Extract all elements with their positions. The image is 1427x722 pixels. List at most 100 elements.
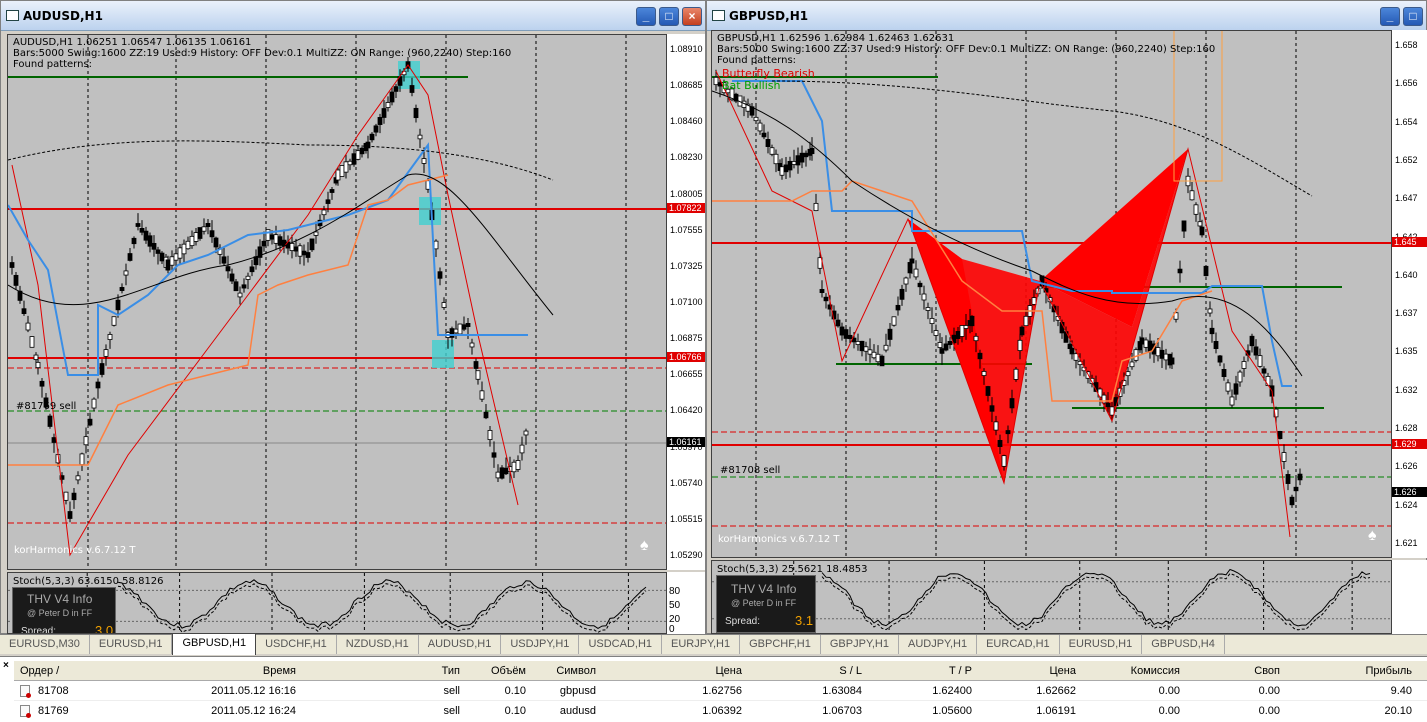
tab-audusd-h1[interactable]: AUDUSD,H1 — [419, 635, 502, 654]
oscillator-label: Stoch(5,3,3) 63.6150 58.8126 — [13, 576, 164, 587]
candle-body — [713, 76, 719, 86]
candle-body — [351, 153, 357, 165]
table-cell: 20.10 — [1384, 705, 1412, 717]
osc-tick: 80 — [669, 586, 681, 597]
candle-body — [417, 134, 423, 140]
tab-eurusd-h1[interactable]: EURUSD,H1 — [90, 635, 173, 654]
price-tick: 1.05740 — [670, 477, 703, 488]
tab-eurjpy-h1[interactable]: EURJPY,H1 — [662, 635, 741, 654]
candle-body — [1203, 265, 1209, 277]
candle-body — [39, 380, 45, 387]
thv-spread-value: 3.1 — [795, 613, 814, 628]
table-cell: audusd — [559, 705, 596, 717]
candle-body — [973, 335, 979, 342]
table-cell: sell — [443, 685, 460, 697]
candle-body — [791, 161, 797, 165]
candle-body — [955, 331, 961, 339]
maximize-icon[interactable]: □ — [659, 7, 679, 26]
candle-body — [761, 132, 767, 138]
candle-body — [757, 122, 763, 132]
candle-body — [273, 234, 279, 244]
oscillator-chart[interactable]: Stoch(5,3,3) 63.6150 58.8126 THV V4 Info… — [7, 572, 667, 634]
tab-gbpusd-h4[interactable]: GBPUSD,H4 — [1142, 635, 1225, 654]
candle-body — [249, 266, 255, 273]
tab-usdjpy-h1[interactable]: USDJPY,H1 — [501, 635, 580, 654]
tab-usdchf-h1[interactable]: USDCHF,H1 — [256, 635, 337, 654]
candle-body — [993, 421, 999, 431]
candle-body — [883, 344, 889, 351]
tab-eurusd-h1[interactable]: EURUSD,H1 — [1060, 635, 1143, 654]
candle-body — [155, 249, 161, 254]
candle-body — [177, 247, 183, 259]
candle-body — [449, 328, 455, 338]
candle-body — [795, 155, 801, 166]
candle-body — [839, 326, 845, 336]
close-icon[interactable]: × — [3, 660, 9, 671]
candle-body — [225, 266, 231, 272]
candle-body — [151, 242, 157, 250]
window-titlebar[interactable]: AUDUSD,H1 _ □ × — [1, 1, 705, 31]
price-chart[interactable]: GBPUSD,H1 1.62596 1.62984 1.62463 1.6263… — [711, 30, 1392, 558]
minimize-icon[interactable]: _ — [636, 7, 656, 26]
minimize-icon[interactable]: _ — [1380, 7, 1400, 26]
candle-body — [753, 116, 759, 122]
candle-body — [143, 230, 149, 241]
price-chart-canvas — [8, 35, 666, 569]
tab-audjpy-h1[interactable]: AUDJPY,H1 — [899, 635, 978, 654]
price-tick: 1.658 — [1395, 40, 1418, 50]
candle-body — [335, 169, 341, 181]
candle-body — [359, 147, 365, 155]
table-row[interactable]: 81769 2011.05.12 16:24 sell 0.10 audusd 1.063… — [14, 701, 1427, 721]
price-chart[interactable]: AUDUSD,H1 1.06251 1.06547 1.06135 1.0616… — [7, 34, 667, 570]
table-cell: gbpusd — [559, 685, 596, 697]
price-tick: 1.08910 — [670, 44, 703, 54]
table-cell: sell — [443, 705, 460, 717]
tab-gbpjpy-h1[interactable]: GBPJPY,H1 — [821, 635, 899, 654]
close-icon[interactable]: × — [682, 7, 702, 26]
candle-body — [305, 252, 311, 258]
candle-body — [1257, 355, 1263, 367]
price-tick: 1.637 — [1395, 308, 1418, 319]
candle-body — [99, 363, 105, 375]
chart-window-audusd[interactable]: AUDUSD,H1 _ □ × AUDUSD,H1 1.06251 1.0654… — [0, 0, 706, 635]
tab-nzdusd-h1[interactable]: NZDUSD,H1 — [337, 635, 419, 654]
candle-body — [309, 238, 315, 251]
brand-label: korHarmonics v.6.7.12 T — [14, 545, 136, 556]
candle-body — [385, 102, 391, 108]
candle-body — [963, 325, 969, 329]
candle-body — [381, 108, 387, 118]
candle-body — [47, 415, 53, 427]
tab-eurusd-m30[interactable]: EURUSD,M30 — [0, 635, 90, 654]
order-icon — [20, 705, 31, 718]
candle-body — [487, 430, 493, 440]
orange-indicator-line — [8, 174, 449, 466]
candle-body — [1147, 340, 1153, 353]
candle-body — [1005, 430, 1011, 435]
stoch-signal-line — [117, 583, 647, 633]
candle-body — [221, 256, 227, 264]
thv-title: THV V4 Info — [731, 582, 797, 596]
candle-body — [871, 351, 877, 359]
candle-body — [1237, 371, 1243, 383]
candle-body — [229, 273, 235, 282]
candle-body — [135, 223, 141, 227]
candle-body — [907, 262, 913, 274]
oscillator-chart[interactable]: Stoch(5,3,3) 25.5621 18.4853 THV V4 Info… — [711, 560, 1392, 634]
candle-body — [79, 453, 85, 466]
window-titlebar[interactable]: GBPUSD,H1 _ □ — [707, 1, 1426, 31]
table-cell: 1.06191 — [1036, 705, 1076, 717]
chart-window-gbpusd[interactable]: GBPUSD,H1 _ □ GBPUSD,H1 1.62596 1.62984 … — [706, 0, 1427, 634]
tab-usdcad-h1[interactable]: USDCAD,H1 — [579, 635, 663, 654]
candle-body — [875, 353, 881, 363]
pattern-label-bat: Bat Bullish — [722, 79, 781, 92]
table-cell: 9.40 — [1390, 685, 1412, 697]
maximize-icon[interactable]: □ — [1403, 7, 1423, 26]
price-tick: 1.647 — [1395, 193, 1418, 204]
table-cell: 2011.05.12 16:16 — [211, 685, 296, 697]
tab-gbpchf-h1[interactable]: GBPCHF,H1 — [740, 635, 821, 654]
tab-eurcad-h1[interactable]: EURCAD,H1 — [977, 635, 1060, 654]
order-label: #81769 sell — [16, 401, 77, 412]
tab-gbpusd-h1[interactable]: GBPUSD,H1 — [172, 633, 257, 655]
candle-body — [293, 246, 299, 252]
table-row[interactable]: 81708 2011.05.12 16:16 sell 0.10 gbpusd 1.627… — [14, 681, 1427, 701]
